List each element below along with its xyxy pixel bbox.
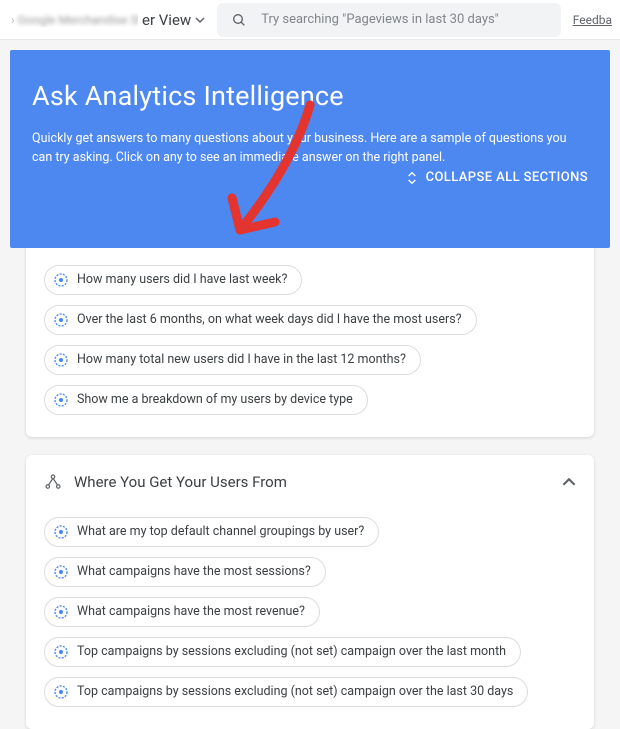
question-text: How many users did I have last week?	[77, 272, 287, 287]
question-chip[interactable]: Over the last 6 months, on what week day…	[44, 305, 477, 335]
top-bar: › Google Merchandise St… er View Try sea…	[0, 0, 620, 40]
question-chip[interactable]: Top campaigns by sessions excluding (not…	[44, 677, 528, 707]
question-text: Top campaigns by sessions excluding (not…	[77, 684, 513, 699]
breadcrumb: › Google Merchandise St…	[8, 13, 138, 27]
page-subtitle: Quickly get answers to many questions ab…	[32, 130, 588, 168]
question-text: Over the last 6 months, on what week day…	[77, 312, 462, 327]
question-chips: What are my top default channel grouping…	[44, 517, 576, 707]
question-chip[interactable]: Top campaigns by sessions excluding (not…	[44, 637, 521, 667]
question-text: What campaigns have the most revenue?	[77, 604, 305, 619]
analytics-intelligence-icon	[53, 272, 69, 288]
question-chips: How many users did I have last week? Ove…	[44, 265, 576, 415]
analytics-intelligence-icon	[53, 564, 69, 580]
collapse-all-button[interactable]: COLLAPSE ALL SECTIONS	[404, 170, 588, 186]
view-label: er View	[142, 11, 191, 29]
analytics-intelligence-icon	[53, 392, 69, 408]
analytics-intelligence-icon	[53, 312, 69, 328]
question-chip[interactable]: Show me a breakdown of my users by devic…	[44, 385, 368, 415]
section-header[interactable]: Where You Get Your Users From	[44, 473, 576, 491]
search-placeholder: Try searching "Pageviews in last 30 days…	[261, 12, 499, 27]
hero-panel: Ask Analytics Intelligence Quickly get a…	[10, 50, 610, 248]
analytics-intelligence-icon	[53, 644, 69, 660]
chevron-up-icon	[562, 475, 576, 489]
breadcrumb-item[interactable]: Google Merchandise St…	[18, 13, 138, 27]
question-text: Show me a breakdown of my users by devic…	[77, 392, 353, 407]
nodes-icon	[44, 473, 62, 491]
page-title: Ask Analytics Intelligence	[32, 80, 588, 112]
sections-container: Basic Performance How many users did I h…	[26, 203, 594, 729]
analytics-intelligence-icon	[53, 604, 69, 620]
section-title: Where You Get Your Users From	[74, 473, 287, 491]
question-chip[interactable]: What campaigns have the most sessions?	[44, 557, 326, 587]
question-chip[interactable]: What are my top default channel grouping…	[44, 517, 379, 547]
feedback-link[interactable]: Feedba	[573, 13, 612, 27]
question-chip[interactable]: How many users did I have last week?	[44, 265, 302, 295]
caret-down-icon	[195, 15, 205, 25]
collapse-all-label: COLLAPSE ALL SECTIONS	[426, 170, 588, 185]
search-input[interactable]: Try searching "Pageviews in last 30 days…	[217, 3, 561, 37]
view-selector[interactable]: er View	[142, 7, 205, 33]
section-user-sources: Where You Get Your Users From What are m…	[26, 455, 594, 729]
collapse-icon	[404, 170, 420, 186]
question-text: How many total new users did I have in t…	[77, 352, 406, 367]
chevron-right-icon: ›	[11, 13, 15, 27]
question-text: What are my top default channel grouping…	[77, 524, 364, 539]
analytics-intelligence-icon	[53, 352, 69, 368]
search-icon	[231, 12, 247, 28]
analytics-intelligence-icon	[53, 684, 69, 700]
analytics-intelligence-icon	[53, 524, 69, 540]
question-chip[interactable]: How many total new users did I have in t…	[44, 345, 421, 375]
question-chip[interactable]: What campaigns have the most revenue?	[44, 597, 320, 627]
question-text: What campaigns have the most sessions?	[77, 564, 311, 579]
